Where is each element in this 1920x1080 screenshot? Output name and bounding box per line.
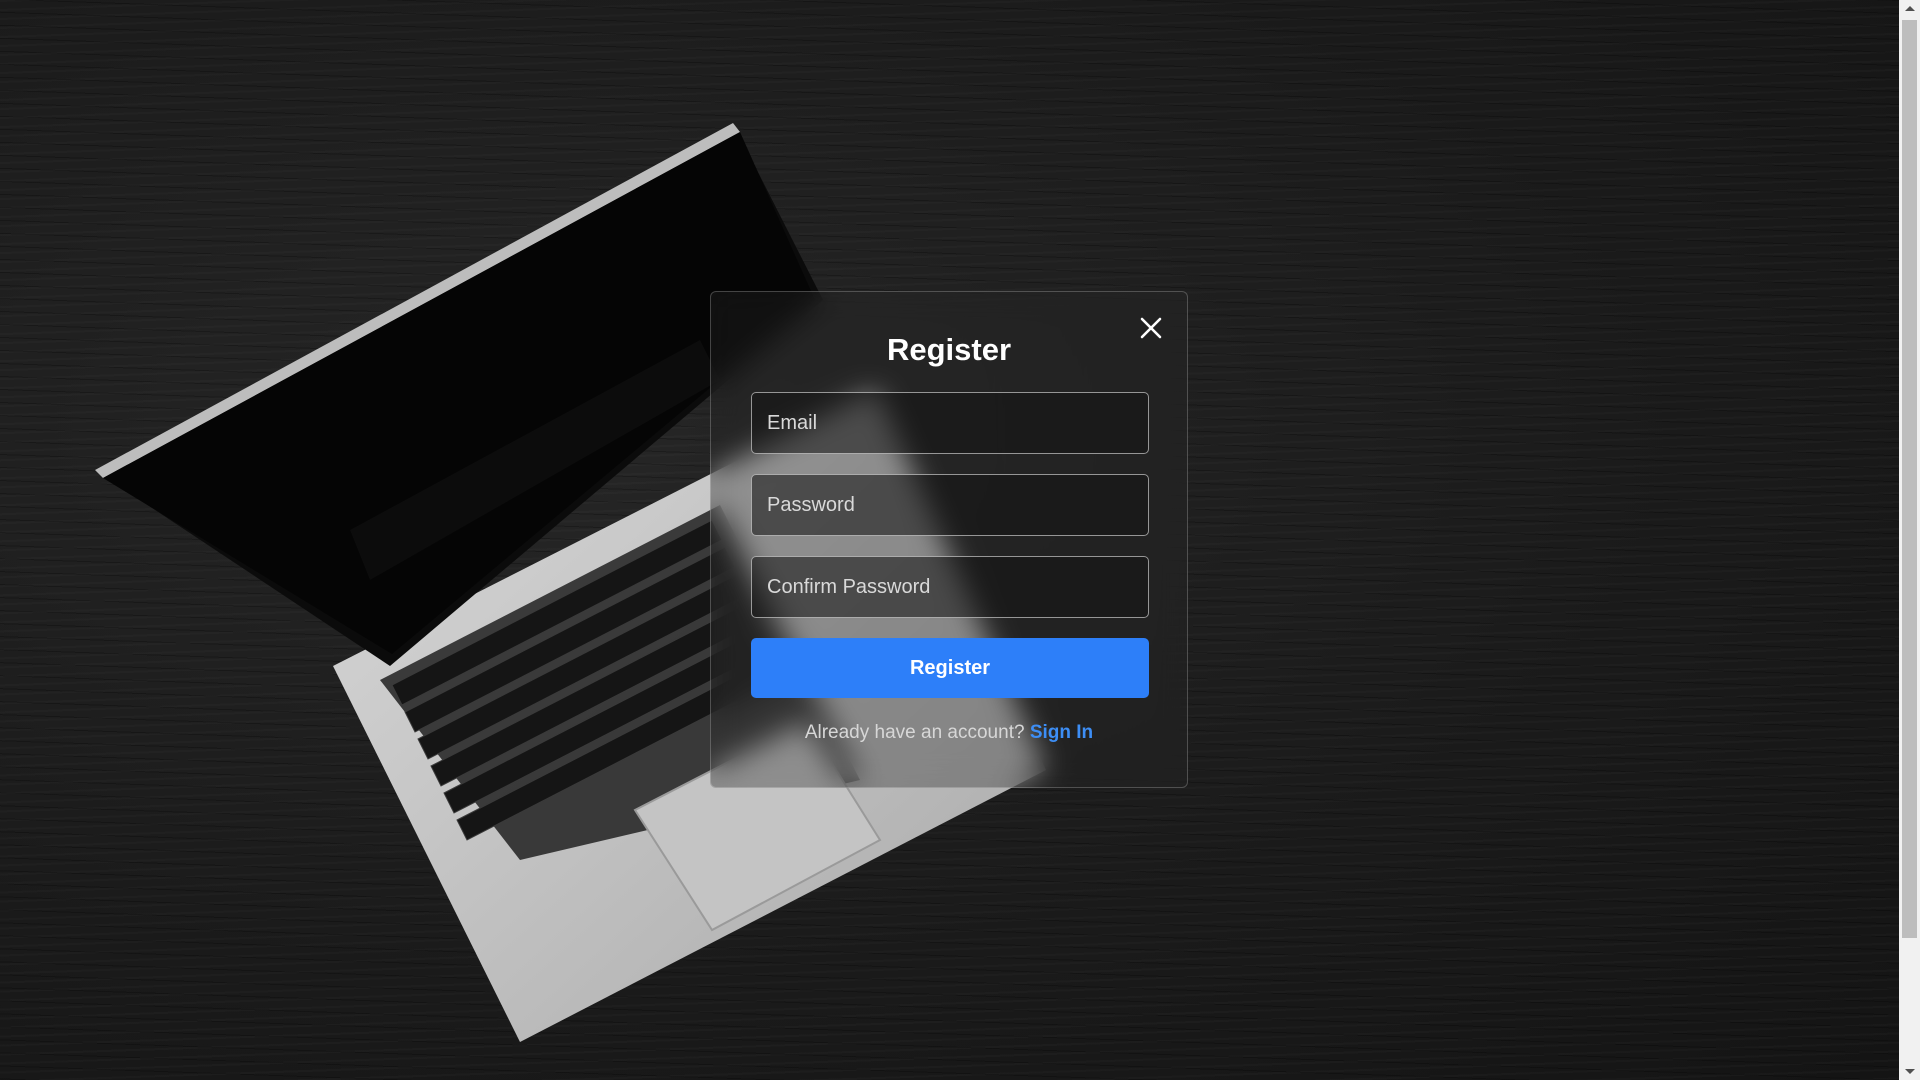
scroll-down-arrow-icon[interactable] — [1899, 1063, 1920, 1080]
password-field[interactable] — [751, 474, 1149, 536]
scroll-up-arrow-icon[interactable] — [1899, 0, 1920, 17]
email-field[interactable] — [751, 392, 1149, 454]
vertical-scrollbar[interactable] — [1899, 0, 1920, 1080]
register-modal: Register Register Already have an accoun… — [710, 291, 1188, 788]
signin-prompt: Already have an account? Sign In — [711, 722, 1187, 744]
register-button[interactable]: Register — [751, 638, 1149, 698]
confirm-password-field[interactable] — [751, 556, 1149, 618]
page-background: Register Register Already have an accoun… — [0, 0, 1899, 1080]
signin-prompt-text: Already have an account? — [804, 722, 1030, 743]
modal-title: Register — [886, 332, 1012, 367]
sign-in-link[interactable]: Sign In — [1030, 722, 1093, 743]
scrollbar-thumb[interactable] — [1902, 20, 1917, 938]
